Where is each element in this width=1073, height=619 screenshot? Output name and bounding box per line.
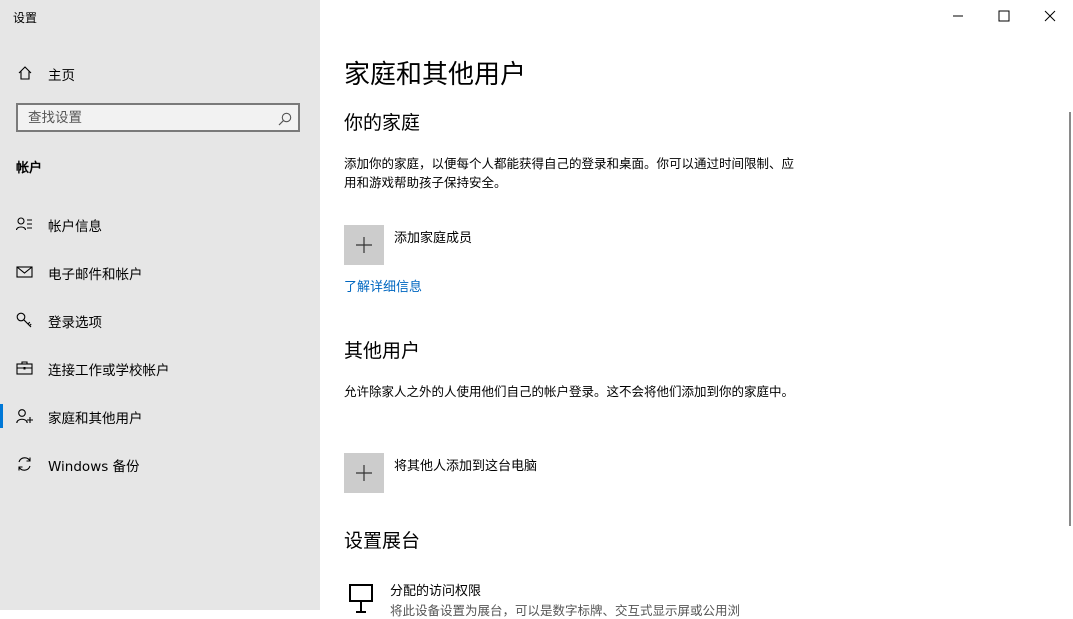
person-info-icon: [15, 216, 33, 232]
sidebar-item-email[interactable]: 电子邮件和帐户: [0, 250, 320, 294]
add-family-member-label: 添加家庭成员: [394, 231, 473, 246]
assigned-access-label: 分配的访问权限: [390, 584, 482, 599]
person-add-icon: [16, 408, 33, 424]
sync-icon: [16, 456, 33, 472]
sidebar-item-windows-backup[interactable]: Windows 备份: [0, 442, 320, 486]
plus-icon: [344, 225, 384, 265]
home-icon: [17, 65, 33, 81]
sidebar-item-label: 电子邮件和帐户: [48, 267, 143, 283]
page-title: 家庭和其他用户: [344, 60, 527, 90]
sidebar-item-label: 登录选项: [48, 315, 102, 331]
sidebar-item-family-others[interactable]: 家庭和其他用户: [0, 394, 320, 438]
sidebar: 设置 主页 帐户 帐户信息 电子邮件和帐户 登录选项 连接工作: [0, 0, 320, 610]
other-users-description: 允许除家人之外的人使用他们自己的帐户登录。这不会将他们添加到你的家庭中。: [344, 384, 795, 399]
learn-more-link[interactable]: 了解详细信息: [344, 276, 422, 295]
kiosk-heading: 设置展台: [344, 530, 421, 552]
scrollbar[interactable]: [1069, 112, 1071, 526]
sidebar-item-label: 家庭和其他用户: [48, 411, 143, 427]
home-label: 主页: [48, 68, 75, 84]
key-icon: [16, 312, 33, 328]
add-other-user-button[interactable]: 将其他人添加到这台电脑: [344, 453, 644, 493]
sidebar-item-label: 连接工作或学校帐户: [48, 363, 170, 379]
mail-icon: [16, 264, 33, 280]
active-indicator: [0, 404, 3, 428]
add-other-user-label: 将其他人添加到这台电脑: [394, 459, 538, 474]
search-icon[interactable]: [278, 111, 292, 126]
sidebar-item-label: 帐户信息: [48, 219, 102, 235]
family-description: 添加你的家庭，以便每个人都能获得自己的登录和桌面。你可以通过时间限制、应用和游戏…: [344, 156, 795, 190]
sidebar-item-label: Windows 备份: [48, 459, 140, 475]
sidebar-item-sign-in[interactable]: 登录选项: [0, 298, 320, 342]
app-title: 设置: [13, 11, 38, 25]
sidebar-item-account-info[interactable]: 帐户信息: [0, 202, 320, 246]
family-heading: 你的家庭: [344, 112, 421, 134]
search-box[interactable]: [16, 103, 300, 132]
briefcase-icon: [16, 360, 33, 376]
search-input[interactable]: [18, 105, 278, 130]
section-label: 帐户: [16, 161, 43, 176]
kiosk-icon: [348, 583, 376, 613]
assigned-access-button[interactable]: 分配的访问权限 将此设备设置为展台，可以是数字标牌、交互式显示屏或公用浏: [344, 578, 804, 618]
other-users-heading: 其他用户: [344, 340, 421, 362]
main-content: 家庭和其他用户 你的家庭 添加你的家庭，以便每个人都能获得自己的登录和桌面。你可…: [320, 0, 1073, 618]
plus-icon: [344, 453, 384, 493]
add-family-member-button[interactable]: 添加家庭成员: [344, 225, 644, 265]
sidebar-item-work-school[interactable]: 连接工作或学校帐户: [0, 346, 320, 390]
home-link[interactable]: 主页: [0, 58, 320, 88]
